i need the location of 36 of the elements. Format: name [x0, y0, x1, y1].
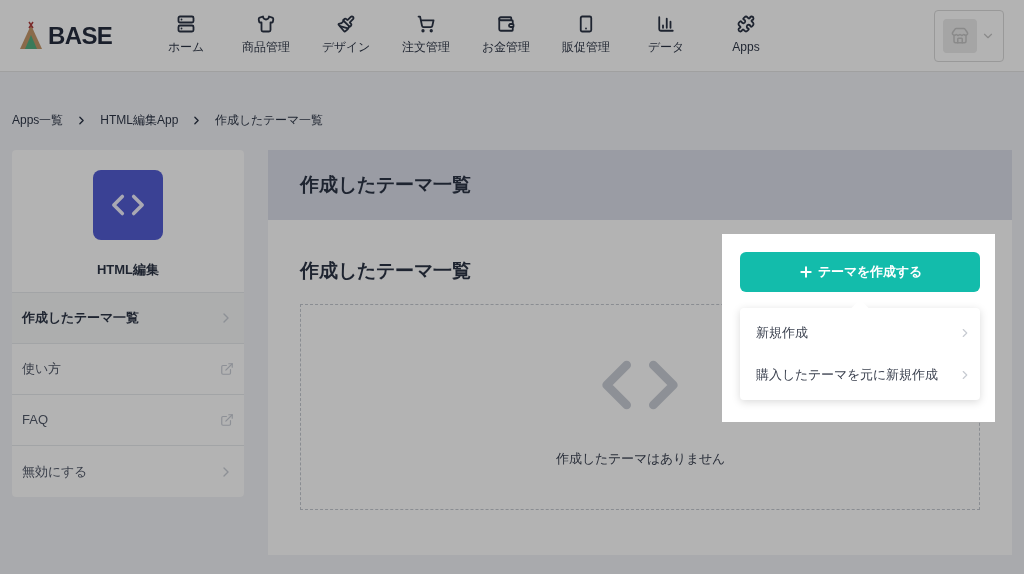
server-icon — [177, 15, 195, 33]
menu-item[interactable]: 新規作成 — [740, 312, 980, 354]
breadcrumb-link[interactable]: HTML編集App — [100, 111, 179, 129]
nav-item[interactable]: データ — [626, 15, 706, 56]
store-menu-button[interactable] — [934, 9, 1004, 62]
puzzle-icon — [737, 15, 755, 33]
nav-item[interactable]: 注文管理 — [386, 15, 466, 56]
bar-chart-icon — [657, 15, 675, 33]
app-icon — [93, 170, 163, 240]
external-link-icon — [220, 413, 234, 427]
section-title: 作成したテーマ一覧 — [300, 259, 471, 283]
panel-header-title: 作成したテーマ一覧 — [300, 172, 471, 197]
smartphone-icon — [577, 15, 595, 33]
store-icon — [943, 18, 977, 53]
plus-icon — [798, 264, 814, 280]
menu-item[interactable]: 購入したテーマを元に新規作成 — [740, 354, 980, 396]
logo-icon — [18, 20, 44, 51]
logo-text: BASE — [48, 20, 113, 51]
external-link-icon — [220, 362, 234, 376]
breadcrumb-link[interactable]: Apps一覧 — [12, 111, 64, 129]
nav-item[interactable]: ホーム — [146, 15, 226, 56]
breadcrumb-link[interactable]: 作成したテーマ一覧 — [215, 111, 324, 129]
nav-item[interactable]: 販促管理 — [546, 15, 626, 56]
shirt-icon — [257, 15, 275, 33]
nav-item[interactable]: お金管理 — [466, 15, 546, 56]
nav-item[interactable]: デザイン — [306, 15, 386, 56]
paintbrush-icon — [337, 15, 355, 33]
nav-item[interactable]: 商品管理 — [226, 15, 306, 56]
sidebar-item[interactable]: 作成したテーマ一覧 — [12, 293, 244, 344]
app-name: HTML編集 — [96, 261, 160, 279]
sidebar-item[interactable]: 使い方 — [12, 344, 244, 395]
nav-item[interactable]: Apps — [706, 15, 786, 56]
cart-icon — [417, 15, 435, 33]
sidebar-item[interactable]: 無効にする — [12, 446, 244, 497]
empty-message: 作成したテーマはありません — [555, 450, 725, 469]
sidebar-item[interactable]: FAQ — [12, 395, 244, 446]
